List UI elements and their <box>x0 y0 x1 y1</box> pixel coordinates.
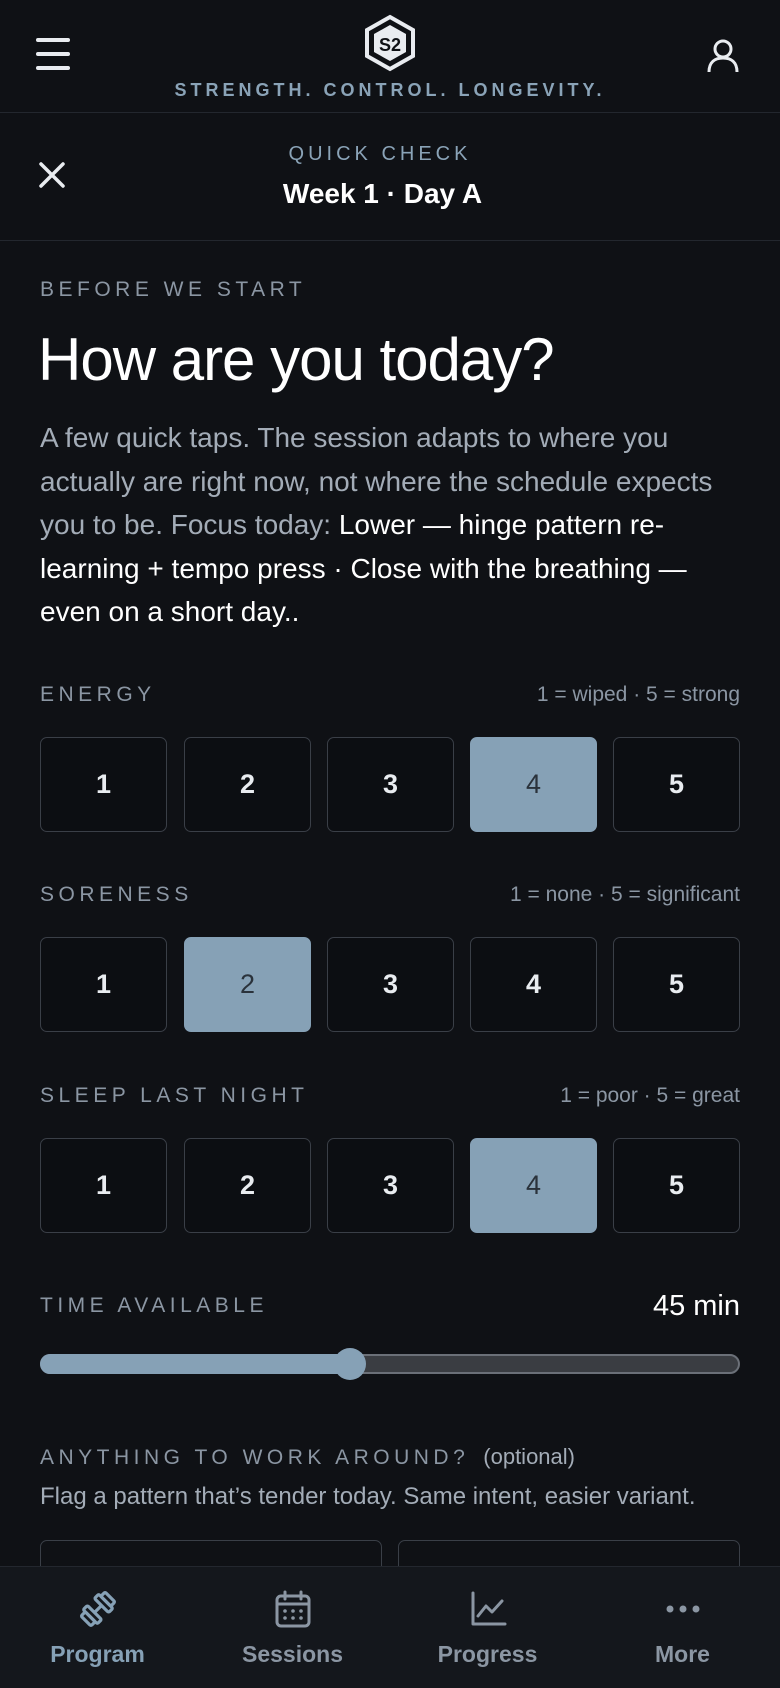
sleep-header: SLEEP LAST NIGHT 1 = poor · 5 = great <box>40 1084 740 1114</box>
tab-progress-label: Progress <box>437 1641 538 1667</box>
sleep-hint: 1 = poor · 5 = great <box>560 1084 740 1107</box>
sleep-option-5[interactable]: 5 <box>613 1138 740 1233</box>
soreness-option-4[interactable]: 4 <box>470 937 597 1032</box>
quick-check-label: QUICK CHECK <box>288 143 472 165</box>
tab-program[interactable]: Program <box>0 1567 195 1688</box>
soreness-option-1[interactable]: 1 <box>40 937 167 1032</box>
sleep-option-1[interactable]: 1 <box>40 1138 167 1233</box>
energy-option-2[interactable]: 2 <box>184 737 311 832</box>
calendar-icon <box>275 1590 311 1628</box>
soreness-option-5[interactable]: 5 <box>613 937 740 1032</box>
tab-more[interactable]: More <box>585 1567 780 1688</box>
session-title: Week 1 · Day A <box>282 178 483 209</box>
tab-sessions[interactable]: Sessions <box>195 1567 390 1688</box>
page-headline: How are you today? <box>38 326 555 393</box>
soreness-option-3[interactable]: 3 <box>327 937 454 1032</box>
work-around-label: ANYTHING TO WORK AROUND? <box>40 1446 470 1469</box>
time-value: 45 min <box>652 1290 740 1322</box>
dumbbell-icon <box>80 1591 116 1627</box>
sleep-option-3[interactable]: 3 <box>327 1138 454 1233</box>
tab-more-label: More <box>655 1641 710 1667</box>
intro-text: A few quick taps. The session adapts to … <box>40 416 750 634</box>
time-label: TIME AVAILABLE <box>40 1294 268 1317</box>
time-slider[interactable] <box>40 1348 740 1380</box>
optional-tag: (optional) <box>483 1444 575 1469</box>
time-header: TIME AVAILABLE 45 min <box>40 1290 740 1330</box>
top-bar: S2 STRENGTH. CONTROL. LONGEVITY. <box>0 0 780 113</box>
sleep-option-4[interactable]: 4 <box>470 1138 597 1233</box>
energy-option-4[interactable]: 4 <box>470 737 597 832</box>
soreness-label: SORENESS <box>40 883 193 906</box>
tab-progress[interactable]: Progress <box>390 1567 585 1688</box>
before-kicker: BEFORE WE START <box>40 278 307 301</box>
soreness-hint: 1 = none · 5 = significant <box>510 883 740 906</box>
hamburger-icon[interactable] <box>36 38 76 72</box>
quick-check-bar: QUICK CHECK Week 1 · Day A <box>0 113 780 241</box>
energy-hint: 1 = wiped · 5 = strong <box>536 683 740 706</box>
soreness-scale: 1 2 3 4 5 <box>40 937 740 1032</box>
work-around-header: ANYTHING TO WORK AROUND? (optional) <box>40 1444 575 1470</box>
slider-fill <box>40 1354 350 1374</box>
sleep-option-2[interactable]: 2 <box>184 1138 311 1233</box>
soreness-option-2[interactable]: 2 <box>184 937 311 1032</box>
energy-header: ENERGY 1 = wiped · 5 = strong <box>40 683 740 713</box>
tab-program-label: Program <box>50 1641 145 1667</box>
more-icon <box>666 1605 700 1613</box>
energy-option-5[interactable]: 5 <box>613 737 740 832</box>
energy-option-1[interactable]: 1 <box>40 737 167 832</box>
svg-text:S2: S2 <box>379 35 401 55</box>
slider-knob[interactable] <box>334 1348 366 1380</box>
soreness-header: SORENESS 1 = none · 5 = significant <box>40 883 740 913</box>
bottom-tab-bar: Program Sessions Progress More <box>0 1566 780 1688</box>
user-icon[interactable] <box>706 38 740 74</box>
sleep-scale: 1 2 3 4 5 <box>40 1138 740 1233</box>
sleep-label: SLEEP LAST NIGHT <box>40 1084 309 1107</box>
energy-scale: 1 2 3 4 5 <box>40 737 740 832</box>
energy-option-3[interactable]: 3 <box>327 737 454 832</box>
energy-label: ENERGY <box>40 683 156 706</box>
work-around-subtitle: Flag a pattern that’s tender today. Same… <box>40 1483 696 1510</box>
tab-sessions-label: Sessions <box>242 1641 343 1667</box>
tagline: STRENGTH. CONTROL. LONGEVITY. <box>174 80 606 100</box>
s2-logo: S2 <box>365 14 415 72</box>
chart-icon <box>471 1591 507 1626</box>
